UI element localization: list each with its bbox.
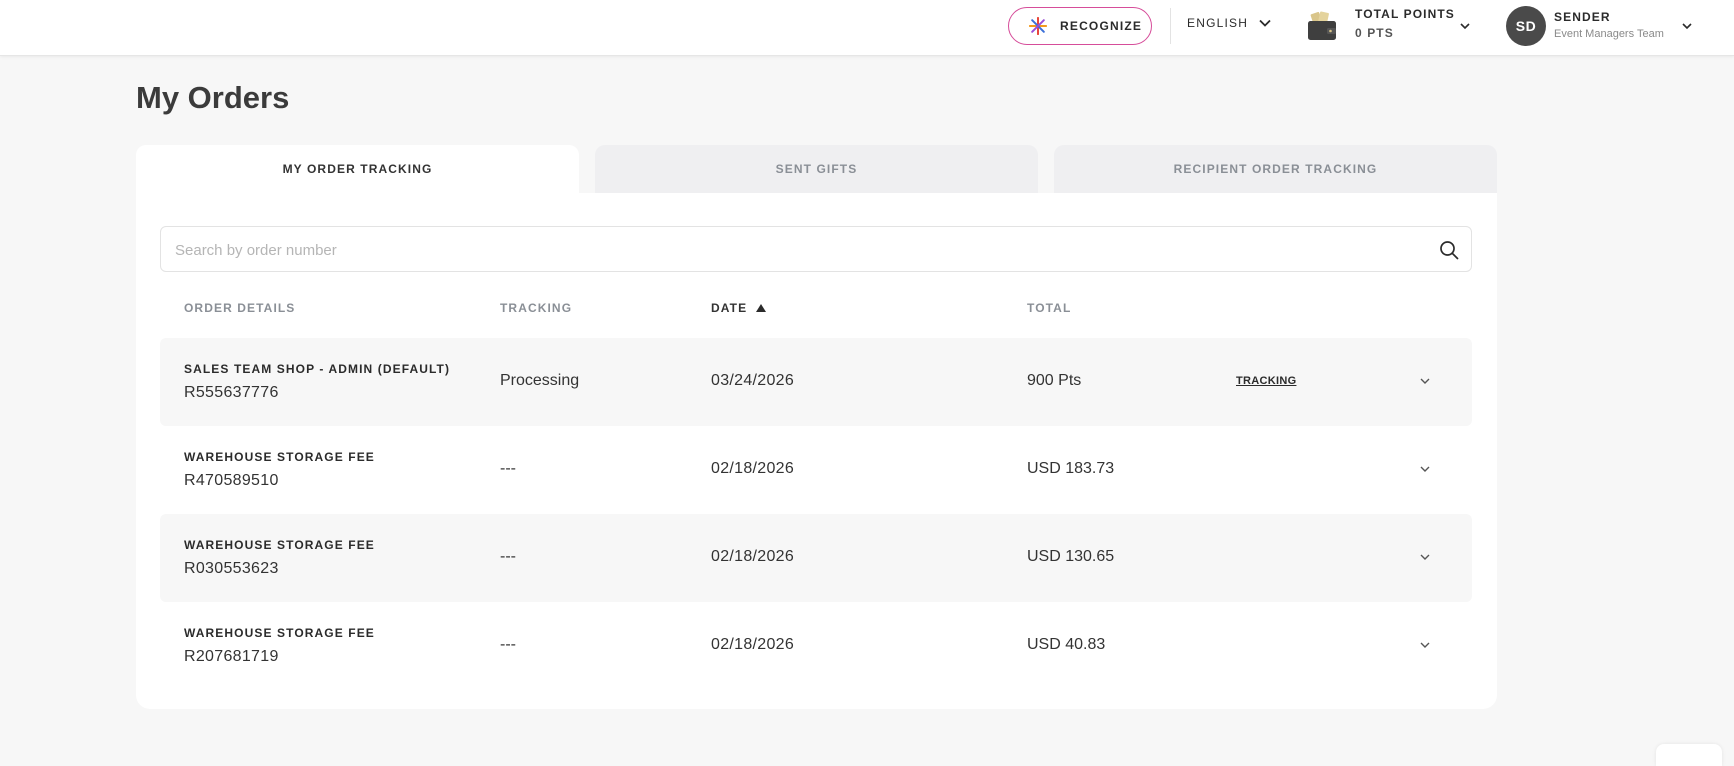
recognize-button[interactable]: RECOGNIZE (1008, 7, 1152, 45)
header-divider (1170, 8, 1171, 44)
chevron-down-icon[interactable] (1418, 638, 1432, 652)
chevron-down-icon[interactable] (1418, 374, 1432, 388)
top-header: RECOGNIZE ENGLISH TOTAL POINTS 0 PTS SD … (0, 0, 1734, 56)
column-header-tracking: TRACKING (500, 301, 573, 315)
chevron-down-icon[interactable] (1680, 19, 1694, 33)
tab-sent-gifts[interactable]: SENT GIFTS (595, 145, 1038, 193)
order-store: WAREHOUSE STORAGE FEE (184, 450, 375, 464)
chevron-down-icon (1259, 19, 1271, 27)
recognize-label: RECOGNIZE (1060, 19, 1143, 33)
tracking-link[interactable]: TRACKING (1236, 375, 1296, 387)
order-total: USD 40.83 (1027, 636, 1106, 653)
order-tracking-status: Processing (500, 372, 580, 389)
wallet-icon (1308, 11, 1336, 40)
order-tracking-status: --- (500, 548, 516, 565)
order-number: R555637776 (184, 384, 279, 401)
user-info[interactable]: SENDER Event Managers Team (1554, 10, 1664, 40)
avatar[interactable]: SD (1506, 6, 1546, 46)
order-store: SALES TEAM SHOP - ADMIN (DEFAULT) (184, 362, 451, 376)
chevron-down-icon[interactable] (1418, 462, 1432, 476)
column-header-order-details: ORDER DETAILS (184, 301, 296, 315)
table-row[interactable]: WAREHOUSE STORAGE FEE R207681719 --- 02/… (160, 602, 1472, 690)
chevron-down-icon[interactable] (1458, 19, 1472, 33)
page-title: My Orders (136, 80, 290, 115)
order-store: WAREHOUSE STORAGE FEE (184, 626, 375, 640)
sort-up-icon (756, 304, 767, 312)
order-tabs: MY ORDER TRACKING SENT GIFTS RECIPIENT O… (136, 145, 1497, 193)
table-row[interactable]: SALES TEAM SHOP - ADMIN (DEFAULT) R55563… (160, 338, 1472, 426)
sparkle-icon (1029, 17, 1047, 35)
order-date: 02/18/2026 (711, 548, 795, 565)
search-input[interactable] (173, 227, 1417, 273)
search-box (160, 226, 1472, 273)
table-row[interactable]: WAREHOUSE STORAGE FEE R030553623 --- 02/… (160, 514, 1472, 602)
points-title: TOTAL POINTS (1355, 7, 1455, 21)
order-store: WAREHOUSE STORAGE FEE (184, 538, 375, 552)
points-value: 0 PTS (1355, 26, 1394, 40)
user-team: Event Managers Team (1554, 28, 1664, 40)
order-date: 02/18/2026 (711, 460, 795, 477)
order-number: R470589510 (184, 472, 279, 489)
language-label: ENGLISH (1187, 16, 1249, 30)
order-date: 03/24/2026 (711, 372, 795, 389)
order-tracking-status: --- (500, 636, 516, 653)
order-total: USD 130.65 (1027, 548, 1115, 565)
orders-card: ORDER DETAILS TRACKING DATE TOTAL SALES … (136, 193, 1497, 709)
order-number: R030553623 (184, 560, 279, 577)
search-icon[interactable] (1439, 240, 1459, 260)
tab-my-order-tracking[interactable]: MY ORDER TRACKING (136, 145, 579, 193)
order-tracking-status: --- (500, 460, 516, 477)
user-name: SENDER (1554, 10, 1611, 24)
chevron-down-icon[interactable] (1418, 550, 1432, 564)
table-row[interactable]: WAREHOUSE STORAGE FEE R470589510 --- 02/… (160, 426, 1472, 514)
order-date: 02/18/2026 (711, 636, 795, 653)
column-header-total: TOTAL (1027, 301, 1072, 315)
order-number: R207681719 (184, 648, 279, 665)
date-header-label: DATE (711, 301, 748, 315)
total-points: TOTAL POINTS 0 PTS (1355, 7, 1455, 40)
tab-recipient-order-tracking[interactable]: RECIPIENT ORDER TRACKING (1054, 145, 1497, 193)
order-total: USD 183.73 (1027, 460, 1115, 477)
column-header-date[interactable]: DATE (711, 301, 767, 315)
chat-widget-tab[interactable] (1656, 744, 1722, 766)
language-selector[interactable]: ENGLISH (1187, 16, 1272, 30)
order-total: 900 Pts (1027, 372, 1082, 389)
